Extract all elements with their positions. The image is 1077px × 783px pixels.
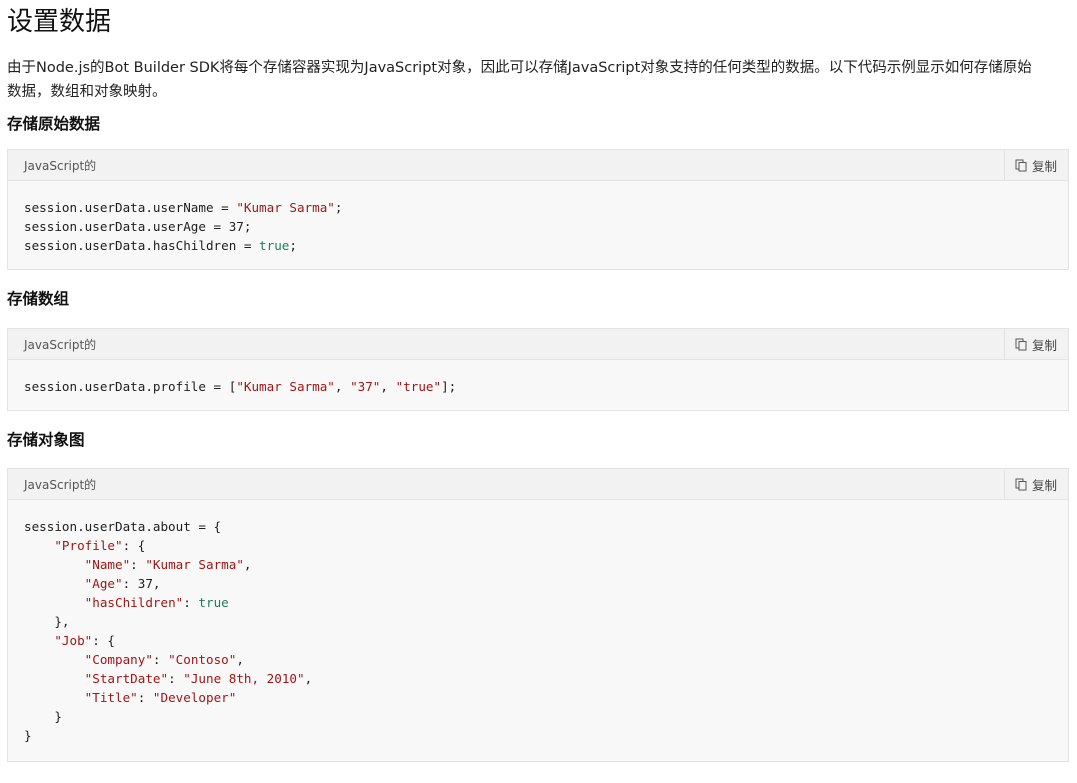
code-text: , (304, 671, 313, 686)
code-string: "Contoso" (168, 652, 237, 667)
section-heading-object: 存储对象图 (7, 431, 85, 449)
code-text: session.userData.profile = [ (24, 379, 237, 394)
code-keyword: true (198, 595, 229, 610)
code-text: : (137, 690, 153, 705)
code-line: "Age": 37, (24, 576, 161, 591)
code-text: , (236, 652, 244, 667)
copy-button[interactable]: 复制 (1003, 329, 1068, 359)
copy-icon (1015, 338, 1028, 351)
code-string: "Name" (84, 557, 131, 572)
code-text: session.userData.hasChildren = (24, 238, 260, 253)
code-text: : { (92, 633, 116, 648)
code-line: session.userData.userName = "Kumar Sarma… (24, 200, 342, 215)
code-text: : (152, 652, 169, 667)
code-line: session.userData.hasChildren = true; (24, 238, 297, 253)
section-heading-array: 存储数组 (7, 290, 70, 308)
code-text: } (24, 709, 62, 724)
code-header: JavaScript的 复制 (8, 329, 1068, 360)
code-content: session.userData.userName = "Kumar Sarma… (8, 181, 1068, 272)
code-string: "Profile" (54, 538, 123, 553)
code-content: session.userData.profile = ["Kumar Sarma… (8, 360, 1068, 413)
code-line: } (24, 728, 32, 743)
code-text: : { (122, 538, 146, 553)
code-text: , (334, 379, 351, 394)
intro-paragraph: 由于Node.js的Bot Builder SDK将每个存储容器实现为JavaS… (7, 60, 1032, 100)
code-content: session.userData.about = { "Profile": { … (8, 500, 1068, 762)
code-text: , (243, 557, 252, 572)
copy-button-label: 复制 (1031, 337, 1057, 353)
code-language-label: JavaScript的 (24, 337, 97, 352)
copy-icon (1015, 478, 1028, 491)
page-title: 设置数据 (7, 7, 112, 37)
code-string: "Developer" (152, 690, 237, 705)
code-block-array: JavaScript的 复制 session.userData.profile … (7, 328, 1069, 411)
code-text: ; (289, 238, 297, 253)
code-text: ; (334, 200, 343, 215)
code-text: : 37, (122, 576, 161, 591)
copy-icon (1015, 159, 1028, 172)
article: 设置数据 由于Node.js的Bot Builder SDK将每个存储容器实现为… (0, 0, 1077, 762)
code-line: "Name": "Kumar Sarma", (24, 557, 252, 572)
code-string: "Title" (84, 690, 138, 705)
code-block-primitive: JavaScript的 复制 session.userData.userName… (7, 149, 1069, 270)
code-block-object: JavaScript的 复制 session.userData.about = … (7, 468, 1069, 762)
code-line: session.userData.profile = ["Kumar Sarma… (24, 379, 456, 394)
code-line: "Title": "Developer" (24, 690, 237, 705)
code-keyword: true (259, 238, 290, 253)
code-string: "37" (350, 379, 381, 394)
code-text: session.userData.userName = (24, 200, 237, 215)
code-line: session.userData.about = { (24, 519, 221, 534)
code-text: session.userData.about = { (24, 519, 222, 534)
code-string: "Job" (54, 633, 93, 648)
code-line: }, (24, 614, 70, 629)
code-text: : (183, 595, 199, 610)
copy-button[interactable]: 复制 (1003, 150, 1068, 180)
code-line: "Job": { (24, 633, 115, 648)
code-line: "Company": "Contoso", (24, 652, 244, 667)
code-string: "Company" (84, 652, 153, 667)
code-string: "StartDate" (84, 671, 169, 686)
code-string: "Kumar Sarma" (236, 379, 335, 394)
code-line: "Profile": { (24, 538, 145, 553)
code-string: "Age" (84, 576, 123, 591)
code-text: : (130, 557, 146, 572)
copy-button-label: 复制 (1031, 158, 1057, 174)
code-language-label: JavaScript的 (24, 158, 97, 173)
code-string: "Kumar Sarma" (236, 200, 335, 215)
code-text: , (380, 379, 396, 394)
code-header: JavaScript的 复制 (8, 469, 1068, 500)
code-text: : (168, 671, 184, 686)
copy-button[interactable]: 复制 (1003, 469, 1068, 499)
code-line: "hasChildren": true (24, 595, 229, 610)
code-string: "true" (395, 379, 442, 394)
code-text: }, (24, 614, 70, 629)
code-string: "June 8th, 2010" (183, 671, 305, 686)
code-string: "hasChildren" (84, 595, 184, 610)
code-text: session.userData.userAge = 37; (24, 219, 252, 234)
code-line: "StartDate": "June 8th, 2010", (24, 671, 313, 686)
code-line: session.userData.userAge = 37; (24, 219, 251, 234)
code-line: } (24, 709, 62, 724)
code-text: ]; (441, 379, 457, 394)
code-text: } (24, 728, 32, 743)
code-language-label: JavaScript的 (24, 477, 97, 492)
code-string: "Kumar Sarma" (145, 557, 244, 572)
copy-button-label: 复制 (1031, 477, 1057, 493)
code-header: JavaScript的 复制 (8, 150, 1068, 181)
section-heading-primitive: 存储原始数据 (7, 115, 101, 133)
